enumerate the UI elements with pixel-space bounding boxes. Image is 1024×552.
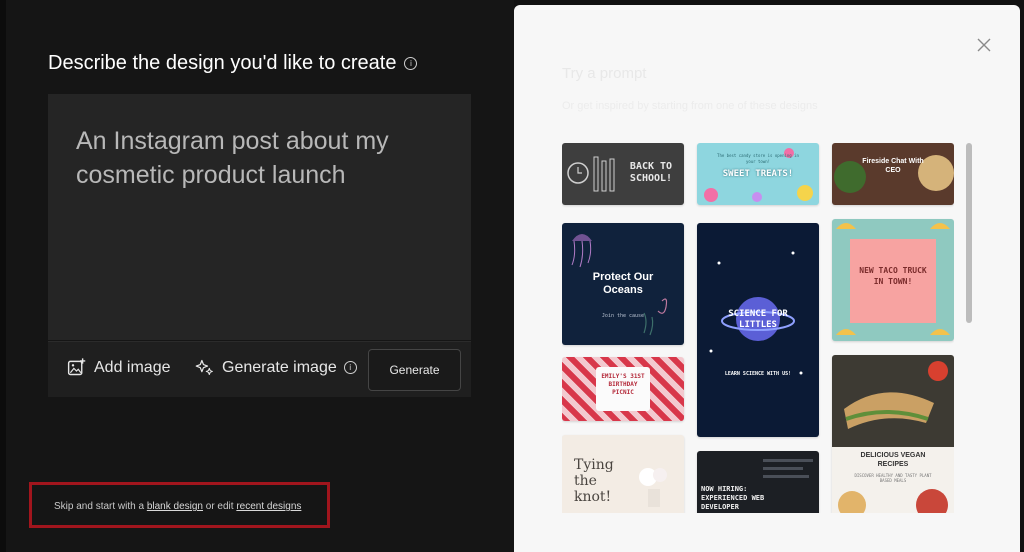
title-row: Describe the design you'd like to create… [48, 52, 418, 75]
add-image-button[interactable]: Add image [66, 357, 171, 378]
prompt-text[interactable]: An Instagram post about my cosmetic prod… [76, 124, 436, 192]
template-text: Tying the knot! [574, 457, 614, 505]
template-gallery: BACK TO SCHOOL! Protect Our Oceans Join … [562, 143, 954, 513]
template-panel: Try a prompt Or get inspired by starting… [514, 5, 1020, 552]
sandwich-photo [832, 355, 954, 513]
flower-vase [639, 468, 667, 507]
template-card-protect-oceans[interactable]: Protect Our Oceans Join the cause [562, 223, 684, 345]
gallery-scrollbar[interactable] [966, 143, 972, 323]
skip-text: Skip and start with a blank design or ed… [54, 501, 301, 512]
template-card-birthday-picnic[interactable]: EMILY'S 31ST BIRTHDAY PICNIC [562, 357, 684, 421]
template-text: NOW HIRING: EXPERIENCED WEB DEVELOPER [701, 485, 765, 511]
template-card-science-littles[interactable]: SCIENCE FOR LITTLES LEARN SCIENCE WITH U… [697, 223, 819, 437]
add-image-icon [67, 358, 86, 376]
template-subtext: The best candy store is opening in your … [717, 153, 799, 164]
template-subtext: Join the cause [601, 313, 645, 319]
generate-image-label: Generate image [222, 358, 337, 376]
panel-title: Describe the design you'd like to create [48, 52, 397, 74]
app-window: Describe the design you'd like to create… [0, 0, 1024, 552]
template-text: SWEET TREATS! [722, 169, 794, 179]
ghost-subtitle: Or get inspired by starting from one of … [562, 100, 818, 112]
add-image-label: Add image [94, 358, 171, 376]
template-card-back-to-school[interactable]: BACK TO SCHOOL! [562, 143, 684, 205]
template-subtext: DISCOVER HEALTHY AND TASTY PLANT BASED M… [854, 473, 932, 483]
ghost-title: Try a prompt [562, 65, 647, 82]
template-text: Protect Our Oceans [592, 271, 654, 296]
blank-design-link[interactable]: blank design [147, 501, 203, 512]
prompt-panel: Describe the design you'd like to create… [0, 0, 514, 552]
skip-options-highlight: Skip and start with a blank design or ed… [29, 482, 330, 528]
template-text: SCIENCE FOR LITTLES [728, 309, 788, 330]
template-card-vegan-recipes[interactable]: DELICIOUS VEGAN RECIPES DISCOVER HEALTHY… [832, 355, 954, 513]
generate-button[interactable]: Generate [368, 349, 461, 391]
template-card-sweet-treats[interactable]: The best candy store is opening in your … [697, 143, 819, 205]
template-text: NEW TACO TRUCK IN TOWN! [859, 266, 927, 286]
info-icon[interactable]: i [343, 361, 357, 374]
template-card-taco-truck[interactable]: NEW TACO TRUCK IN TOWN! [832, 219, 954, 341]
template-card-now-hiring[interactable]: NOW HIRING: EXPERIENCED WEB DEVELOPER [697, 451, 819, 513]
generate-image-button[interactable]: Generate image i [194, 357, 357, 378]
skip-middle: or edit [202, 501, 237, 512]
template-card-tying-knot[interactable]: Tying the knot! [562, 435, 684, 513]
info-icon[interactable]: i [404, 57, 418, 70]
template-text: BACK TO SCHOOL! [629, 161, 673, 184]
prompt-input[interactable]: An Instagram post about my cosmetic prod… [48, 94, 471, 340]
prompt-actions-bar: Add image Generate image i Generate [48, 341, 471, 397]
skip-prefix: Skip and start with a [54, 501, 147, 512]
template-card-fireside-chat[interactable]: Fireside Chat With CEO [832, 143, 954, 205]
template-subtext: LEARN SCIENCE WITH US! [724, 371, 792, 377]
recent-designs-link[interactable]: recent designs [236, 501, 301, 512]
sparkle-icon [195, 359, 213, 376]
template-text: Fireside Chat With CEO [862, 158, 924, 174]
close-icon[interactable] [976, 37, 992, 53]
template-text: EMILY'S 31ST BIRTHDAY PICNIC [601, 373, 645, 396]
template-text: DELICIOUS VEGAN RECIPES [860, 452, 926, 468]
